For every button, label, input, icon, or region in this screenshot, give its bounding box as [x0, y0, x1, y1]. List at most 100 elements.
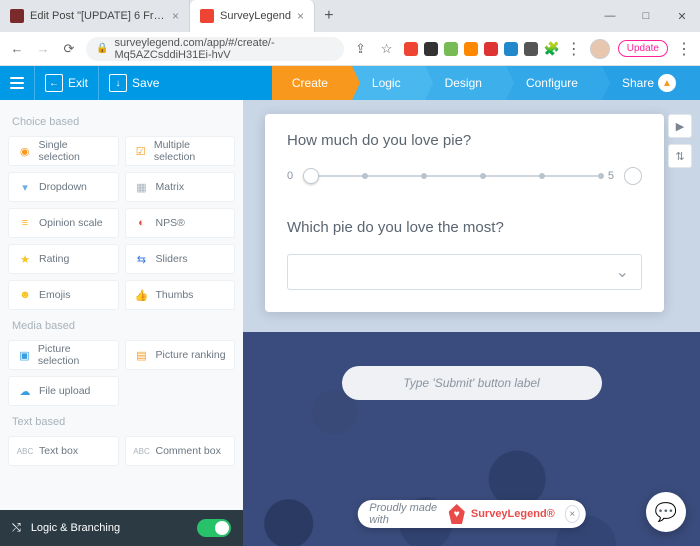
window-titlebar: Edit Post "[UPDATE] 6 Free Altern × Surv…: [0, 0, 700, 32]
qtype-multiple-selection[interactable]: ☑Multiple selection: [125, 136, 236, 166]
reload-button[interactable]: ⟳: [60, 41, 78, 57]
question-1-title[interactable]: How much do you love pie?: [287, 132, 642, 149]
extension-icon[interactable]: [444, 42, 458, 56]
chat-icon: 💬: [655, 502, 677, 523]
step-design[interactable]: Design: [425, 66, 506, 100]
qtype-matrix[interactable]: ▦Matrix: [125, 172, 236, 202]
radio-icon: ◉: [17, 143, 32, 159]
menu-button[interactable]: [0, 66, 34, 100]
ranking-icon: ▤: [134, 347, 150, 363]
qtype-thumbs[interactable]: 👍Thumbs: [125, 280, 236, 310]
overflow-menu-icon[interactable]: ⋮: [676, 39, 692, 59]
question-2-title[interactable]: Which pie do you love the most?: [287, 219, 642, 236]
step-share[interactable]: Share▲: [602, 66, 700, 100]
attribution-prefix: Proudly made with: [369, 502, 442, 526]
cloud-upload-icon: ☁: [17, 383, 33, 399]
close-window-button[interactable]: ✕: [664, 0, 700, 32]
menu-icon[interactable]: ⋮: [566, 39, 582, 59]
extensions-area: 🧩 ⋮: [404, 39, 582, 59]
share-icon[interactable]: ⇪: [352, 41, 370, 57]
slider-track[interactable]: [303, 175, 598, 177]
back-button[interactable]: ←: [8, 41, 26, 56]
submit-label-input[interactable]: Type 'Submit' button label: [342, 366, 602, 400]
settings-button[interactable]: ⇅: [668, 144, 692, 168]
attribution-badge[interactable]: Proudly made with ♥ SurveyLegend® ×: [357, 500, 586, 528]
qtype-picture-ranking[interactable]: ▤Picture ranking: [125, 340, 236, 370]
star-icon: ★: [17, 251, 33, 267]
address-bar: ← → ⟳ 🔒 surveylegend.com/app/#/create/-M…: [0, 32, 700, 66]
slider-endpoint[interactable]: [624, 167, 642, 185]
save-label: Save: [132, 76, 159, 90]
url-input[interactable]: 🔒 surveylegend.com/app/#/create/-Mq5AZCs…: [86, 37, 344, 61]
qtype-nps[interactable]: ◐NPS®: [125, 208, 236, 238]
arrow-left-icon: ←: [45, 74, 63, 92]
group-label: Text based: [12, 416, 231, 428]
extension-icon[interactable]: [404, 42, 418, 56]
tab-title: SurveyLegend: [220, 10, 291, 22]
slider-control[interactable]: 0 5: [287, 167, 642, 185]
qtype-dropdown[interactable]: ▾Dropdown: [8, 172, 119, 202]
browser-tab-active[interactable]: SurveyLegend ×: [190, 0, 315, 32]
comment-icon: ABC: [134, 443, 150, 459]
question-card[interactable]: How much do you love pie? 0 5 Which pie …: [265, 114, 664, 312]
exit-button[interactable]: ← Exit: [34, 66, 98, 100]
minimize-button[interactable]: —: [592, 0, 628, 32]
qtype-picture-selection[interactable]: ▣Picture selection: [8, 340, 119, 370]
close-icon[interactable]: ×: [172, 9, 179, 23]
qtype-opinion-scale[interactable]: ≡Opinion scale: [8, 208, 119, 238]
qtype-sliders[interactable]: ⇆Sliders: [125, 244, 236, 274]
extension-icon[interactable]: [464, 42, 478, 56]
step-create[interactable]: Create: [272, 66, 352, 100]
thumb-icon: 👍: [134, 287, 150, 303]
survey-canvas: How much do you love pie? 0 5 Which pie …: [243, 100, 700, 546]
slider-thumb[interactable]: [303, 168, 319, 184]
qtype-emojis[interactable]: ☻Emojis: [8, 280, 119, 310]
emoji-icon: ☻: [17, 287, 33, 303]
save-button[interactable]: ↓ Save: [98, 66, 169, 100]
avatar[interactable]: [590, 39, 610, 59]
qtype-file-upload[interactable]: ☁File upload: [8, 376, 119, 406]
qtype-text-box[interactable]: ABCText box: [8, 436, 119, 466]
image-icon: ▣: [17, 347, 32, 363]
tab-title: Edit Post "[UPDATE] 6 Free Altern: [30, 10, 166, 22]
checkbox-icon: ☑: [134, 143, 148, 159]
download-icon: ↓: [109, 74, 127, 92]
forward-button[interactable]: →: [34, 41, 52, 56]
group-label: Media based: [12, 320, 231, 332]
slider-min: 0: [287, 170, 293, 182]
extension-icon[interactable]: [524, 42, 538, 56]
maximize-button[interactable]: □: [628, 0, 664, 32]
lock-icon: 🔒: [96, 43, 108, 54]
extensions-menu-icon[interactable]: 🧩: [544, 41, 560, 57]
chevron-down-icon: ⌄: [616, 262, 629, 282]
sliders-icon: ⇅: [675, 150, 684, 163]
qtype-comment-box[interactable]: ABCComment box: [125, 436, 236, 466]
step-configure[interactable]: Configure: [506, 66, 602, 100]
extension-icon[interactable]: [484, 42, 498, 56]
dropdown-input[interactable]: ⌄: [287, 254, 642, 290]
qtype-single-selection[interactable]: ◉Single selection: [8, 136, 119, 166]
browser-tab[interactable]: Edit Post "[UPDATE] 6 Free Altern ×: [0, 0, 190, 32]
slider-icon: ⇆: [134, 251, 150, 267]
heart-icon: ♥: [449, 504, 465, 524]
footer-label: Logic & Branching: [31, 522, 120, 534]
preview-button[interactable]: ▶: [668, 114, 692, 138]
extension-icon[interactable]: [424, 42, 438, 56]
close-icon[interactable]: ×: [297, 9, 304, 23]
grid-icon: ▦: [134, 179, 150, 195]
chat-fab[interactable]: 💬: [646, 492, 686, 532]
favicon-icon: [10, 9, 24, 23]
update-button[interactable]: Update: [618, 40, 668, 57]
brand-name: SurveyLegend®: [471, 508, 555, 520]
close-attribution-button[interactable]: ×: [565, 505, 580, 523]
step-logic[interactable]: Logic: [352, 66, 425, 100]
scale-icon: ≡: [17, 215, 33, 231]
qtype-rating[interactable]: ★Rating: [8, 244, 119, 274]
new-tab-button[interactable]: +: [315, 0, 343, 32]
text-icon: ABC: [17, 443, 33, 459]
extension-icon[interactable]: [504, 42, 518, 56]
star-icon[interactable]: ☆: [378, 41, 396, 57]
favicon-icon: [200, 9, 214, 23]
canvas-tools: ▶ ⇅: [668, 114, 692, 168]
logic-toggle[interactable]: [197, 519, 231, 537]
